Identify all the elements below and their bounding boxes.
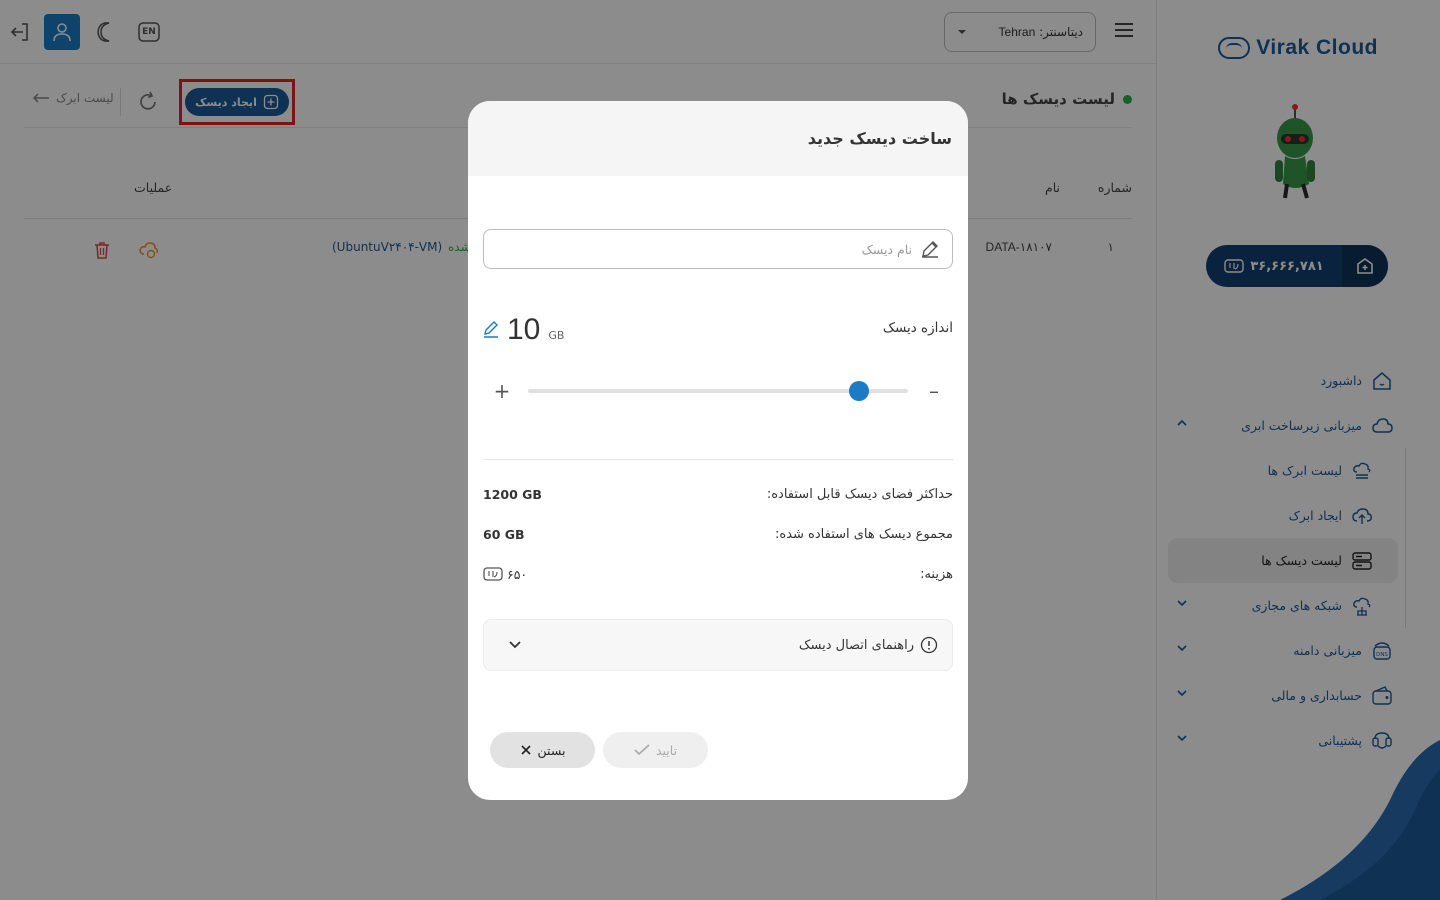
modal-title: ساخت دیسک جدید <box>807 129 952 148</box>
modal-header: ساخت دیسک جدید <box>468 101 968 176</box>
check-icon <box>634 744 650 756</box>
disk-size-value: 10 <box>507 313 541 346</box>
max-disk-row: حداکثر فضای دیسک قابل استفاده: 1200 GB <box>483 483 953 505</box>
edit-size-icon[interactable] <box>483 321 499 339</box>
disk-name-input[interactable] <box>512 241 912 257</box>
confirm-button[interactable]: تایید <box>603 732 708 768</box>
rial-icon <box>483 567 503 581</box>
disk-size-display: 10 GB <box>483 313 564 347</box>
decrease-size-button[interactable]: – <box>922 379 946 403</box>
disk-size-slider-thumb[interactable] <box>848 381 869 401</box>
disk-size-unit: GB <box>548 329 565 342</box>
cost-label: هزینه: <box>920 566 953 582</box>
used-disk-row: مجموع دیسک های استفاده شده: 60 GB <box>483 523 953 545</box>
disk-name-field[interactable] <box>483 229 953 269</box>
close-icon <box>520 745 531 755</box>
max-disk-label: حداکثر فضای دیسک قابل استفاده: <box>766 486 953 502</box>
used-disk-value: 60 GB <box>483 526 525 542</box>
guide-label: راهنمای اتصال دیسک <box>798 637 914 653</box>
modal-divider <box>483 459 953 460</box>
create-disk-modal: ساخت دیسک جدید اندازه دیسک 10 GB + – حدا… <box>468 101 968 800</box>
info-icon <box>920 636 938 654</box>
cost-row: هزینه: ۶۵۰ <box>483 563 953 585</box>
cost-value: ۶۵۰ <box>507 566 528 582</box>
used-disk-label: مجموع دیسک های استفاده شده: <box>775 526 953 542</box>
max-disk-value: 1200 GB <box>483 486 542 502</box>
increase-size-button[interactable]: + <box>490 379 514 403</box>
cost-value-group: ۶۵۰ <box>483 566 527 582</box>
close-button[interactable]: بستن <box>490 732 595 768</box>
pencil-icon <box>922 241 938 258</box>
confirm-label: تایید <box>655 742 678 758</box>
chevron-down-icon <box>509 641 521 649</box>
disk-size-slider-row: + – <box>490 379 946 403</box>
disk-connection-guide-accordion[interactable]: راهنمای اتصال دیسک <box>483 619 953 671</box>
close-label: بستن <box>537 742 566 758</box>
disk-size-label: اندازه دیسک <box>882 320 953 336</box>
